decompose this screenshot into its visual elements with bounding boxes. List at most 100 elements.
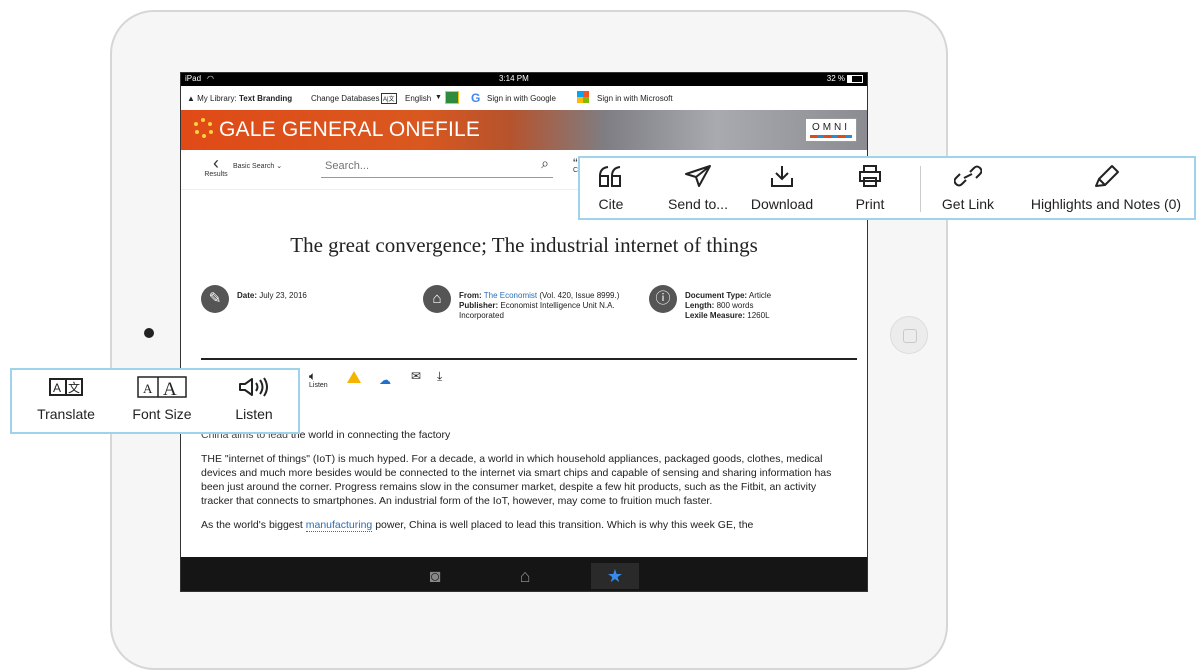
change-databases-link[interactable]: Change Databases <box>311 94 380 103</box>
tools-callout: Cite Send to... Download Print Get Link … <box>578 156 1196 220</box>
length-value: 800 words <box>716 301 754 310</box>
listen-label: Listen <box>235 406 273 422</box>
cite-button[interactable]: Cite <box>586 164 636 212</box>
listen-mini-icon[interactable]: 🔈︎ Listen <box>309 369 328 389</box>
paragraph-2-rest: power, China is well placed to lead this… <box>372 519 754 531</box>
search-mode-select[interactable]: Basic Search ⌄ <box>233 162 282 170</box>
doctype-value: Article <box>748 291 772 300</box>
info-icon: ⓘ <box>649 285 677 313</box>
download-label: Download <box>750 196 814 212</box>
top-toolbar: ▲ My Library: Text Branding Change Datab… <box>181 86 867 111</box>
ipad-home-button[interactable] <box>890 316 928 354</box>
translate-button[interactable]: A文 Translate <box>24 376 108 422</box>
quote-icon <box>599 166 621 187</box>
chevron-down-icon: ▼ <box>435 94 442 101</box>
institution-icon: ⌂ <box>423 285 451 313</box>
print-label: Print <box>855 196 885 212</box>
sign-in-google-link[interactable]: Sign in with Google <box>487 94 556 103</box>
device-label: iPad <box>185 74 202 83</box>
highlights-notes-button[interactable]: Highlights and Notes (0) <box>1018 164 1194 212</box>
font-size-button[interactable]: AA Font Size <box>120 376 204 422</box>
printer-icon <box>859 165 881 187</box>
gale-star-icon <box>193 118 215 138</box>
highlighter-icon <box>1095 165 1119 187</box>
send-to-label: Send to... <box>668 196 728 212</box>
paper-plane-icon <box>685 165 711 187</box>
bottom-nav: ◙ ⌂ ★ <box>181 557 867 591</box>
omni-text: OMNI <box>811 122 851 133</box>
get-link-button[interactable]: Get Link <box>936 164 1000 212</box>
camera-icon[interactable]: ◙ <box>411 563 459 589</box>
svg-text:A: A <box>163 379 177 398</box>
get-link-label: Get Link <box>941 196 995 212</box>
paragraph-2: As the world's biggest manufacturing pow… <box>201 518 851 532</box>
battery-percent: 32 % <box>826 74 845 83</box>
library-prefix: ▲ My Library: <box>187 94 237 103</box>
back-to-results-button[interactable]: ‹ Results <box>199 153 233 178</box>
star-icon[interactable]: ★ <box>591 563 639 589</box>
onedrive-icon[interactable]: ☁ <box>379 373 391 387</box>
document-title: The great convergence; The industrial in… <box>290 233 758 257</box>
wifi-icon: ◠ <box>207 74 214 83</box>
microsoft-icon <box>577 91 589 103</box>
send-to-button[interactable]: Send to... <box>656 164 740 212</box>
download-button[interactable]: Download <box>742 164 822 212</box>
search-box: ⌕ <box>321 153 553 178</box>
font-size-label: Font Size <box>132 406 192 422</box>
search-input[interactable] <box>321 155 527 177</box>
chevron-left-icon: ‹ <box>213 153 219 173</box>
manufacturing-link[interactable]: manufacturing <box>305 519 373 532</box>
lexile-value: 1260L <box>747 311 770 320</box>
paragraph-2-start: As the world's biggest <box>201 519 306 531</box>
brand-logo[interactable]: GALE GENERAL ONEFILE <box>193 118 480 142</box>
highlights-notes-label: Highlights and Notes (0) <box>1030 196 1182 212</box>
from-label: From: <box>459 291 482 300</box>
email-icon[interactable]: ✉ <box>411 369 421 383</box>
article-body: China aims to lead the world in connecti… <box>201 428 851 542</box>
length-label: Length: <box>685 301 715 310</box>
translate-icon: A文 <box>49 378 83 396</box>
paragraph-1: THE "internet of things" (IoT) is much h… <box>201 453 832 507</box>
back-label: Results <box>204 171 228 178</box>
publisher-label: Publisher: <box>459 301 499 310</box>
google-icon: G <box>471 91 481 105</box>
sign-in-microsoft-link[interactable]: Sign in with Microsoft <box>597 94 673 103</box>
subtitle-tail: the world in connecting the factory <box>290 429 451 441</box>
lexile-label: Lexile Measure: <box>685 311 746 320</box>
search-icon[interactable]: ⌕ <box>541 155 549 172</box>
brand-name: GALE GENERAL ONEFILE <box>219 118 481 141</box>
divider <box>201 358 857 360</box>
date-label: Date: <box>237 291 258 300</box>
clock: 3:14 PM <box>499 74 529 83</box>
search-mode-label: Basic Search <box>233 163 275 170</box>
home-icon[interactable]: ⌂ <box>501 563 549 589</box>
reading-tools-callout: A文 Translate AA Font Size Listen <box>10 368 300 434</box>
doctype-label: Document Type: <box>685 291 748 300</box>
print-button[interactable]: Print <box>840 164 900 212</box>
font-size-icon: AA <box>137 376 187 398</box>
svg-text:文: 文 <box>68 380 80 395</box>
download-icon <box>771 166 793 187</box>
pen-icon: ✎ <box>201 285 229 313</box>
product-banner: GALE GENERAL ONEFILE OMNI <box>181 110 867 150</box>
cite-label: Cite <box>598 196 624 212</box>
download-mini-icon[interactable]: ⤓ <box>437 369 442 384</box>
ipad-screen: iPad ◠ 3:14 PM 32 % ▲ My Library: Text B… <box>180 72 868 592</box>
omni-logo[interactable]: OMNI <box>805 118 857 142</box>
link-icon <box>954 165 982 187</box>
source-detail: (Vol. 420, Issue 8999.) <box>539 291 620 300</box>
omni-bar <box>810 135 852 138</box>
listen-button[interactable]: Listen <box>220 376 288 422</box>
library-name[interactable]: Text Branding <box>239 94 292 103</box>
language-select[interactable]: English <box>405 94 431 103</box>
translate-label: Translate <box>37 406 95 422</box>
ipad-camera <box>144 328 154 338</box>
battery-indicator: 32 % <box>827 74 863 83</box>
status-bar: iPad ◠ 3:14 PM 32 % <box>181 73 867 86</box>
battery-icon <box>847 74 863 83</box>
source-link[interactable]: The Economist <box>484 291 537 300</box>
callout-divider <box>920 166 921 212</box>
google-drive-icon[interactable] <box>347 371 361 383</box>
google-classroom-icon[interactable] <box>445 91 459 104</box>
listen-mini-label: Listen <box>309 382 328 389</box>
